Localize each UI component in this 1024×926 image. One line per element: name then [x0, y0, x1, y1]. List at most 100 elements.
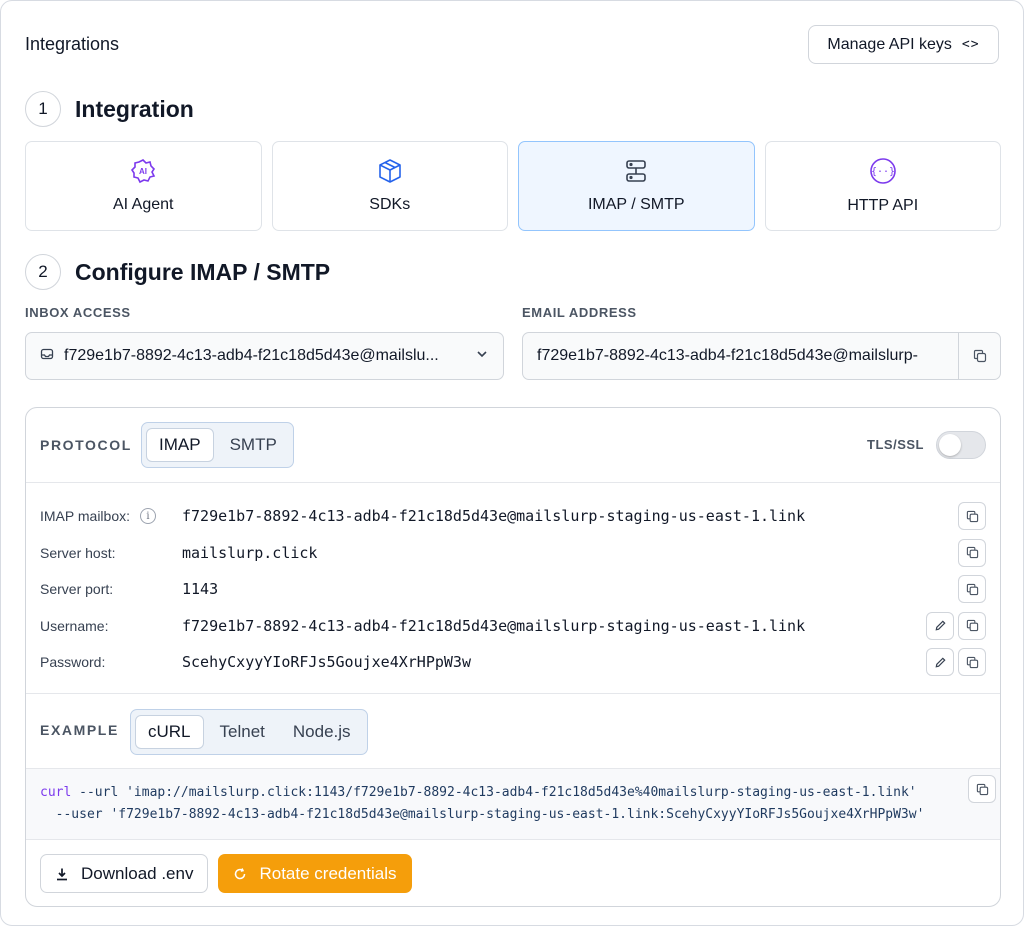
- chevron-down-icon: [475, 347, 489, 366]
- detail-row-username: Username: f729e1b7-8892-4c13-adb4-f21c18…: [26, 608, 1000, 645]
- step-number: 2: [25, 254, 61, 290]
- step-title: Configure IMAP / SMTP: [75, 258, 331, 285]
- protocol-imap-tab[interactable]: IMAP: [146, 428, 214, 462]
- integration-tiles: AI AI Agent SDKs IMAP / SMTP {··} HTTP A…: [25, 141, 1001, 231]
- code-snippet: curl --url 'imap://mailslurp.click:1143/…: [26, 768, 1000, 840]
- edit-button[interactable]: [926, 611, 954, 640]
- tile-sdks[interactable]: SDKs: [271, 141, 508, 231]
- tab-telnet[interactable]: Telnet: [208, 715, 277, 749]
- copy-button[interactable]: [958, 611, 986, 640]
- tile-ai-agent[interactable]: AI AI Agent: [25, 141, 262, 231]
- copy-button[interactable]: [958, 502, 986, 531]
- row-label: Server host:: [40, 544, 116, 561]
- tile-label: HTTP API: [847, 197, 919, 214]
- tile-http-api[interactable]: {··} HTTP API: [764, 141, 1001, 231]
- email-address-value: f729e1b7-8892-4c13-adb4-f21c18d5d43e@mai…: [537, 347, 918, 364]
- download-env-button[interactable]: Download .env: [40, 854, 209, 893]
- rotate-credentials-button[interactable]: Rotate credentials: [218, 854, 412, 893]
- row-value: f729e1b7-8892-4c13-adb4-f21c18d5d43e@mai…: [182, 616, 806, 635]
- protocol-label: PROTOCOL: [40, 437, 132, 453]
- row-label: Username:: [40, 617, 109, 634]
- integrations-card: Integrations Manage API keys <> 1 Integr…: [0, 0, 1024, 926]
- copy-icon: [966, 510, 978, 522]
- row-value: mailslurp.click: [182, 543, 318, 562]
- protocol-smtp-tab[interactable]: SMTP: [218, 428, 289, 462]
- tls-label: TLS/SSL: [867, 437, 924, 452]
- pencil-icon: [935, 620, 946, 631]
- inbox-icon: [40, 347, 54, 366]
- manage-api-keys-button[interactable]: Manage API keys <>: [808, 25, 999, 64]
- copy-icon: [966, 547, 978, 559]
- code-command: curl: [40, 785, 72, 800]
- action-buttons: Download .env Rotate credentials: [40, 854, 412, 893]
- row-value: 1143: [182, 580, 219, 599]
- copy-icon: [966, 583, 978, 595]
- inbox-access-label: INBOX ACCESS: [25, 305, 131, 320]
- step-title: Integration: [75, 95, 194, 122]
- rotate-credentials-label: Rotate credentials: [259, 863, 397, 883]
- example-label: EXAMPLE: [40, 722, 119, 738]
- copy-icon: [966, 620, 978, 632]
- detail-row-mailbox: IMAP mailbox: i f729e1b7-8892-4c13-adb4-…: [26, 498, 1000, 535]
- detail-row-host: Server host: mailslurp.click: [26, 535, 1000, 572]
- row-value: ScehyCxyyYIoRFJs5Goujxe4XrHPpW3w: [182, 653, 471, 672]
- toggle-knob: [939, 434, 961, 456]
- protocol-bar: PROTOCOL IMAP SMTP TLS/SSL: [26, 408, 1000, 483]
- ai-agent-icon: AI: [130, 158, 156, 184]
- download-icon: [57, 868, 67, 880]
- rotate-icon: [235, 867, 246, 879]
- detail-row-password: Password: ScehyCxyyYIoRFJs5Goujxe4XrHPpW…: [26, 644, 1000, 681]
- step-configure: 2 Configure IMAP / SMTP: [25, 254, 330, 290]
- example-tabs: cURL Telnet Node.js: [130, 709, 368, 755]
- copy-icon: [966, 656, 978, 668]
- code-args: --url 'imap://mailslurp.click:1143/f729e…: [71, 785, 917, 800]
- copy-icon: [976, 783, 988, 795]
- row-label: Password:: [40, 654, 106, 671]
- inbox-select-value: f729e1b7-8892-4c13-adb4-f21c18d5d43e@mai…: [64, 347, 439, 364]
- detail-row-port: Server port: 1143: [26, 571, 1000, 608]
- cube-icon: [377, 158, 403, 184]
- edit-button[interactable]: [926, 648, 954, 677]
- row-actions: [958, 502, 986, 531]
- tile-label: IMAP / SMTP: [587, 196, 685, 213]
- page-title: Integrations: [25, 34, 120, 54]
- row-value: f729e1b7-8892-4c13-adb4-f21c18d5d43e@mai…: [182, 507, 806, 526]
- row-actions: [958, 538, 986, 567]
- example-bar: EXAMPLE cURL Telnet Node.js: [26, 693, 1000, 768]
- email-address-field[interactable]: f729e1b7-8892-4c13-adb4-f21c18d5d43e@mai…: [522, 332, 1001, 380]
- copy-button[interactable]: [958, 575, 986, 604]
- code-line-2: --user 'f729e1b7-8892-4c13-adb4-f21c18d5…: [40, 807, 925, 822]
- row-actions: [958, 575, 986, 604]
- tls-toggle[interactable]: [936, 431, 986, 459]
- label-text: IMAP mailbox:: [40, 508, 130, 525]
- row-actions: [926, 648, 986, 677]
- server-icon: [623, 158, 649, 184]
- row-label: Server port:: [40, 581, 114, 598]
- tile-imap-smtp[interactable]: IMAP / SMTP: [518, 141, 755, 231]
- tile-label: SDKs: [369, 196, 411, 213]
- row-label: IMAP mailbox: i: [40, 508, 156, 525]
- copy-icon: [973, 349, 986, 363]
- credential-rows: IMAP mailbox: i f729e1b7-8892-4c13-adb4-…: [26, 498, 1000, 681]
- code-brackets-icon: <>: [961, 37, 980, 52]
- download-env-label: Download .env: [81, 863, 194, 883]
- copy-button[interactable]: [958, 648, 986, 677]
- info-icon[interactable]: i: [140, 508, 156, 525]
- tile-label: AI Agent: [113, 196, 174, 213]
- manage-api-keys-label: Manage API keys: [827, 35, 952, 53]
- copy-button[interactable]: [958, 538, 986, 567]
- row-actions: [926, 611, 986, 640]
- email-address-label: EMAIL ADDRESS: [522, 305, 637, 320]
- copy-email-button[interactable]: [958, 333, 1000, 379]
- tab-nodejs[interactable]: Node.js: [281, 715, 363, 749]
- protocol-switch: IMAP SMTP: [141, 422, 294, 468]
- step-number: 1: [25, 91, 61, 127]
- api-braces-icon: {··}: [869, 157, 897, 185]
- tab-curl[interactable]: cURL: [135, 715, 204, 749]
- inbox-select[interactable]: f729e1b7-8892-4c13-adb4-f21c18d5d43e@mai…: [25, 332, 504, 380]
- credentials-panel: PROTOCOL IMAP SMTP TLS/SSL IMAP mailbox:…: [25, 407, 1001, 907]
- code-line-1: curl --url 'imap://mailslurp.click:1143/…: [40, 785, 917, 800]
- svg-text:{··}: {··}: [871, 167, 895, 178]
- copy-code-button[interactable]: [968, 775, 996, 803]
- pencil-icon: [935, 657, 946, 668]
